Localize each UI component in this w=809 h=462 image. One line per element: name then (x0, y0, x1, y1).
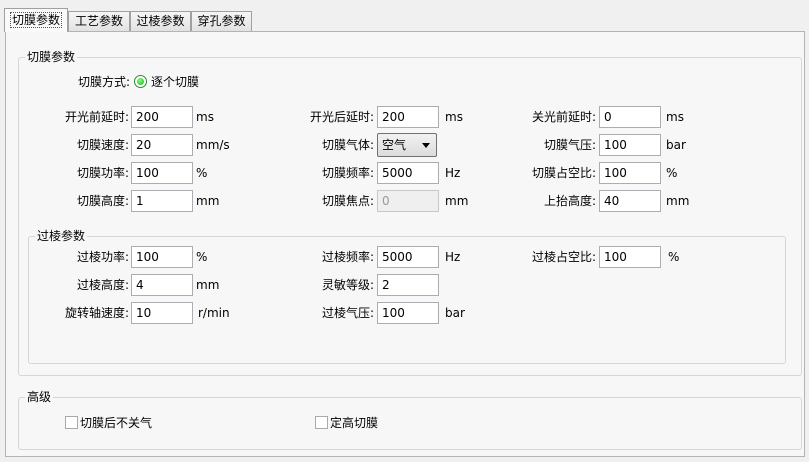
cut-film-group-title: 切膜参数 (25, 50, 78, 64)
keep-gas-checkbox[interactable] (65, 416, 78, 429)
lift-label: 上抬高度: (543, 194, 596, 208)
edge-pressure-input[interactable] (377, 302, 439, 324)
method-radio[interactable] (134, 75, 147, 88)
tab-panel: 切膜参数 切膜方式: 逐个切膜 开光前延时: ms 开光后延时: ms 关光前延… (5, 31, 805, 457)
advanced-group-title: 高级 (25, 390, 54, 404)
edge-frequency-unit: Hz (445, 250, 461, 264)
tab-label: 过棱参数 (136, 14, 185, 28)
rotation-unit: r/min (198, 306, 230, 320)
edge-power-input[interactable] (131, 246, 193, 268)
edge-power-label: 过棱功率: (76, 250, 129, 264)
tab-edge[interactable]: 过棱参数 (130, 11, 191, 31)
fixed-height-label: 定高切膜 (330, 416, 379, 430)
radio-dot (137, 78, 144, 85)
focus-unit: mm (445, 194, 469, 208)
power-unit: % (196, 166, 208, 180)
method-option-label: 逐个切膜 (151, 75, 200, 89)
chevron-down-icon (422, 143, 430, 148)
keep-gas-label: 切膜后不关气 (80, 416, 153, 430)
on-post-delay-label: 开光后延时: (309, 110, 374, 124)
height-label: 切膜高度: (76, 194, 129, 208)
frequency-unit: Hz (445, 166, 461, 180)
height-input[interactable] (131, 190, 193, 212)
frequency-input[interactable] (377, 162, 439, 184)
focus-label: 切膜焦点: (321, 194, 374, 208)
duty-label: 切膜占空比: (531, 166, 596, 180)
speed-unit: mm/s (196, 138, 230, 152)
tab-pierce[interactable]: 穿孔参数 (191, 11, 252, 31)
sensitivity-label: 灵敏等级: (321, 278, 374, 292)
method-label: 切膜方式: (77, 75, 130, 89)
lift-unit: mm (666, 194, 690, 208)
on-pre-delay-label: 开光前延时: (64, 110, 129, 124)
rotation-label: 旋转轴速度: (64, 306, 129, 320)
edge-duty-input[interactable] (599, 246, 661, 268)
tab-label: 穿孔参数 (197, 14, 246, 28)
tab-label: 切膜参数 (9, 12, 63, 28)
gas-pressure-input[interactable] (599, 134, 661, 156)
on-post-delay-unit: ms (445, 110, 463, 124)
power-label: 切膜功率: (76, 166, 129, 180)
tab-process[interactable]: 工艺参数 (68, 11, 130, 31)
edge-duty-unit: % (668, 250, 680, 264)
duty-unit: % (666, 166, 678, 180)
power-input[interactable] (131, 162, 193, 184)
edge-height-input[interactable] (131, 274, 193, 296)
focus-input (377, 190, 439, 212)
gas-pressure-label: 切膜气压: (543, 138, 596, 152)
tab-label: 工艺参数 (74, 14, 123, 28)
edge-frequency-label: 过棱频率: (321, 250, 374, 264)
on-pre-delay-input[interactable] (131, 106, 193, 128)
off-pre-delay-label: 关光前延时: (531, 110, 596, 124)
lift-input[interactable] (599, 190, 661, 212)
fixed-height-checkbox[interactable] (315, 416, 328, 429)
gas-pressure-unit: bar (666, 138, 686, 152)
off-pre-delay-input[interactable] (599, 106, 661, 128)
on-pre-delay-unit: ms (196, 110, 214, 124)
on-post-delay-input[interactable] (377, 106, 439, 128)
edge-height-unit: mm (196, 278, 220, 292)
off-pre-delay-unit: ms (666, 110, 684, 124)
rotation-input[interactable] (131, 302, 193, 324)
sensitivity-input[interactable] (377, 274, 439, 296)
gas-label: 切膜气体: (321, 138, 374, 152)
tab-cut-film[interactable]: 切膜参数 (4, 8, 68, 32)
gas-select-value: 空气 (382, 138, 407, 152)
edge-duty-label: 过棱占空比: (531, 250, 596, 264)
edge-pressure-unit: bar (445, 306, 465, 320)
duty-input[interactable] (599, 162, 661, 184)
height-unit: mm (196, 194, 220, 208)
gas-select[interactable]: 空气 (377, 133, 437, 157)
edge-pressure-label: 过棱气压: (321, 306, 374, 320)
edge-power-unit: % (196, 250, 208, 264)
edge-group-title: 过棱参数 (35, 229, 88, 243)
speed-input[interactable] (131, 134, 193, 156)
tab-bar: 切膜参数 工艺参数 过棱参数 穿孔参数 (0, 0, 809, 32)
edge-frequency-input[interactable] (377, 246, 439, 268)
speed-label: 切膜速度: (76, 138, 129, 152)
frequency-label: 切膜频率: (321, 166, 374, 180)
edge-height-label: 过棱高度: (76, 278, 129, 292)
